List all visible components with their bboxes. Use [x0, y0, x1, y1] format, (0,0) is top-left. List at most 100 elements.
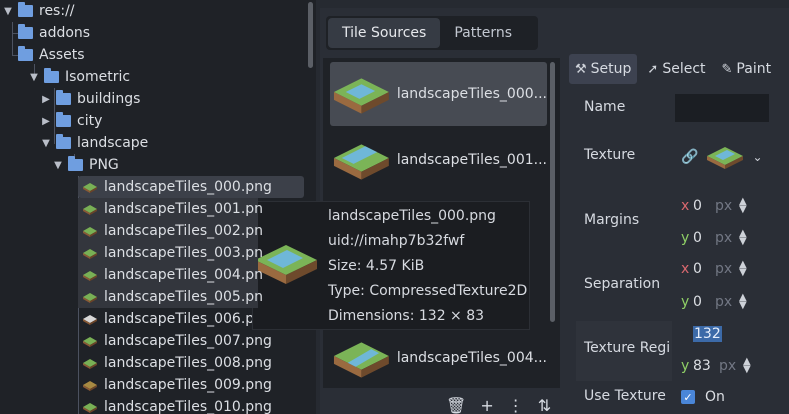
region-y-field[interactable]: y 83 px ▲ ▼ — [675, 352, 769, 380]
tooltip-uid: uid://imahp7b32fwf — [328, 233, 465, 249]
unit-label: px — [719, 358, 737, 374]
chevron-right-icon[interactable]: ▶ — [40, 116, 52, 127]
margins-y-field[interactable]: y 0 px ▲ ▼ — [675, 224, 769, 252]
tooltip-filename: landscapeTiles_000.png — [328, 208, 496, 224]
axis-y-label: y — [681, 230, 690, 246]
tree-item-label: Isometric — [65, 69, 131, 85]
tree-item-label: PNG — [89, 157, 119, 173]
tree-file-001[interactable]: landscapeTiles_001.pn — [77, 198, 263, 220]
tab-patterns[interactable]: Patterns — [440, 18, 526, 48]
tree-file-003[interactable]: landscapeTiles_003.pn — [77, 242, 264, 264]
prop-texture-label: Texture — [584, 147, 636, 163]
tree-file-label: landscapeTiles_004.pn — [104, 267, 264, 283]
chevron-down-icon[interactable]: ▼ — [40, 138, 52, 149]
chevron-down-icon[interactable]: ▼ — [28, 72, 40, 83]
tree-file-007[interactable]: landscapeTiles_007.png — [82, 330, 272, 352]
tree-file-000[interactable]: landscapeTiles_000.png — [78, 176, 304, 198]
spinner-icon[interactable]: ▲ ▼ — [739, 293, 747, 311]
chevron-down-icon[interactable]: ▼ — [2, 6, 14, 17]
margins-x-value: 0 — [693, 198, 702, 214]
tree-root[interactable]: ▼ res:// — [2, 0, 75, 22]
tile-file-icon — [83, 227, 97, 237]
source-item-004[interactable]: landscapeTiles_004... — [330, 326, 547, 390]
separation-y-value: 0 — [693, 294, 702, 310]
tools-icon: ⚒ — [575, 61, 587, 77]
unit-label: px — [715, 294, 733, 310]
add-icon[interactable]: + — [480, 396, 493, 414]
folder-icon — [18, 2, 33, 17]
tree-file-006[interactable]: landscapeTiles_006.png — [82, 308, 272, 330]
tree-file-label: landscapeTiles_009.png — [104, 377, 272, 393]
tree-file-009[interactable]: landscapeTiles_009.png — [82, 374, 272, 396]
spinner-icon[interactable]: ▲ ▼ — [739, 229, 747, 247]
prop-use-texture-label: Use Texture — [584, 388, 666, 404]
tree-root-label: res:// — [39, 3, 75, 19]
folder-icon — [44, 68, 59, 83]
tree-scrollbar[interactable] — [308, 2, 313, 68]
chevron-down-icon[interactable]: ⌄ — [752, 150, 762, 164]
tool-paint-label: Paint — [736, 61, 772, 77]
tree-item-assets[interactable]: Assets — [18, 44, 85, 66]
tree-item-addons[interactable]: addons — [18, 22, 90, 44]
tree-item-isometric[interactable]: ▼ Isometric — [28, 66, 130, 88]
tile-file-icon — [83, 249, 97, 259]
tooltip-dimensions: Dimensions: 132 × 83 — [328, 308, 485, 324]
spinner-icon[interactable]: ▲ ▼ — [743, 357, 751, 375]
tree-item-landscape[interactable]: ▼ landscape — [40, 132, 148, 154]
axis-x-label: x — [681, 261, 690, 277]
texture-field[interactable]: 🔗 ⌄ — [675, 140, 769, 174]
source-item-000[interactable]: landscapeTiles_000... — [330, 62, 547, 126]
tile-file-icon — [83, 205, 97, 215]
tree-item-label: addons — [39, 25, 91, 41]
spinner-icon[interactable]: ▲ ▼ — [739, 197, 747, 215]
chevron-right-icon[interactable]: ▶ — [40, 94, 52, 105]
source-item-label: landscapeTiles_001... — [396, 152, 547, 168]
tree-file-004[interactable]: landscapeTiles_004.pn — [77, 264, 264, 286]
tree-item-buildings[interactable]: ▶ buildings — [40, 88, 140, 110]
link-icon: 🔗 — [681, 149, 699, 165]
tool-setup[interactable]: ⚒ Setup — [569, 54, 638, 84]
tool-select-label: Select — [662, 61, 706, 77]
tree-item-city[interactable]: ▶ city — [40, 110, 102, 132]
tree-file-label: landscapeTiles_003.pn — [104, 245, 264, 261]
axis-y-label: y — [681, 294, 690, 310]
tree-file-002[interactable]: landscapeTiles_002.pn — [77, 220, 263, 242]
cursor-icon: ➚ — [647, 61, 659, 77]
sources-scrollbar[interactable] — [550, 62, 555, 322]
tool-paint[interactable]: ✎ Paint — [716, 54, 778, 84]
tree-file-label: landscapeTiles_005.pn — [104, 289, 264, 305]
tile-file-icon — [83, 293, 97, 303]
tree-file-010[interactable]: landscapeTiles_010.png — [82, 396, 272, 414]
chevron-down-icon[interactable]: ▼ — [52, 160, 64, 171]
margins-x-field[interactable]: x 0 px ▲ ▼ — [675, 192, 769, 220]
separation-y-field[interactable]: y 0 px ▲ ▼ — [675, 288, 769, 316]
trash-icon[interactable]: 🗑 — [446, 396, 466, 414]
spinner-icon[interactable]: ▲ ▼ — [739, 260, 747, 278]
sort-icon[interactable]: ⇅ — [538, 396, 551, 414]
checkbox-checked-icon[interactable]: ✓ — [681, 390, 695, 404]
tree-item-png[interactable]: ▼ PNG — [52, 154, 119, 176]
brush-icon: ✎ — [721, 61, 733, 77]
source-item-001[interactable]: landscapeTiles_001... — [330, 128, 547, 192]
region-x-field[interactable]: 132 — [675, 320, 769, 348]
tree-file-008[interactable]: landscapeTiles_008.png — [82, 352, 272, 374]
use-texture-checkbox[interactable]: ✓ On — [675, 383, 769, 411]
unit-label: px — [715, 261, 733, 277]
tile-file-icon — [83, 183, 97, 193]
tree-guide — [12, 22, 13, 56]
file-tooltip: landscapeTiles_000.png uid://imahp7b32fw… — [252, 201, 530, 330]
texture-thumbnail-icon — [707, 147, 744, 169]
unit-label: px — [715, 198, 733, 214]
folder-icon — [68, 156, 83, 171]
name-field[interactable] — [675, 94, 769, 122]
axis-x-label: x — [681, 198, 690, 214]
prop-texture-region-label: Texture Regi — [584, 340, 671, 356]
tree-file-005[interactable]: landscapeTiles_005.pn — [77, 286, 264, 308]
tile-file-icon — [83, 359, 97, 369]
tab-tile-sources[interactable]: Tile Sources — [328, 18, 441, 48]
separation-x-field[interactable]: x 0 px ▲ ▼ — [675, 255, 769, 283]
tree-item-label: landscape — [77, 135, 149, 151]
more-icon[interactable]: ⋮ — [508, 396, 524, 414]
tool-select[interactable]: ➚ Select — [641, 54, 711, 84]
region-x-value: 132 — [693, 326, 722, 342]
